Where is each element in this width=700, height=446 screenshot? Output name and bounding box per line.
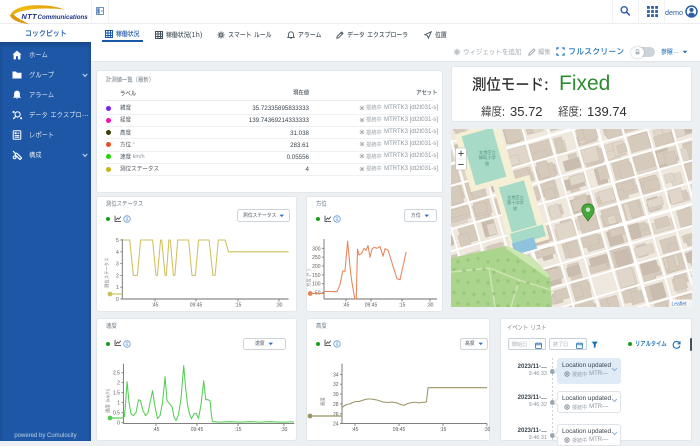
svg-text:5: 5 xyxy=(116,238,119,244)
svg-text::30: :30 xyxy=(276,303,283,309)
svg-text:2: 2 xyxy=(117,381,120,387)
svg-text::15: :15 xyxy=(235,303,242,309)
svg-text::15: :15 xyxy=(235,427,242,433)
svg-text::30: :30 xyxy=(281,427,288,433)
svg-text:3: 3 xyxy=(116,262,119,268)
svg-text:1: 1 xyxy=(117,401,120,407)
svg-text:300: 300 xyxy=(312,246,321,252)
svg-text:24: 24 xyxy=(333,422,339,428)
svg-text:2.5: 2.5 xyxy=(113,371,120,377)
svg-text:32: 32 xyxy=(333,382,339,388)
svg-text:09:45: 09:45 xyxy=(190,303,203,309)
svg-text:1.5: 1.5 xyxy=(113,391,120,397)
svg-text:150: 150 xyxy=(312,273,321,279)
svg-text:26: 26 xyxy=(333,412,339,418)
svg-text:250: 250 xyxy=(312,255,321,261)
svg-text::45: :45 xyxy=(152,303,159,309)
svg-text:30: 30 xyxy=(333,392,339,398)
svg-text::30: :30 xyxy=(427,303,434,309)
svg-text:0: 0 xyxy=(117,421,120,427)
svg-text:09:45: 09:45 xyxy=(393,427,406,433)
svg-text:Leaflet: Leaflet xyxy=(672,301,688,307)
svg-text:09:45: 09:45 xyxy=(191,427,204,433)
svg-text:34: 34 xyxy=(333,372,339,378)
svg-text:4: 4 xyxy=(116,250,119,256)
svg-text:0: 0 xyxy=(116,297,119,303)
svg-text:2: 2 xyxy=(116,273,119,279)
svg-text::45: :45 xyxy=(343,303,350,309)
svg-text::15: :15 xyxy=(440,427,447,433)
svg-text:28: 28 xyxy=(333,402,339,408)
svg-text::30: :30 xyxy=(484,427,490,433)
svg-text:1: 1 xyxy=(116,285,119,291)
svg-text::45: :45 xyxy=(352,427,359,433)
svg-text:0.5: 0.5 xyxy=(113,411,120,417)
svg-text:100: 100 xyxy=(312,282,321,288)
svg-text:200: 200 xyxy=(312,264,321,270)
svg-text:09:45: 09:45 xyxy=(365,303,378,309)
svg-text:NTT: NTT xyxy=(22,12,38,21)
svg-text::45: :45 xyxy=(153,427,160,433)
svg-text::15: :15 xyxy=(399,303,406,309)
svg-text:Communications: Communications xyxy=(38,14,89,21)
